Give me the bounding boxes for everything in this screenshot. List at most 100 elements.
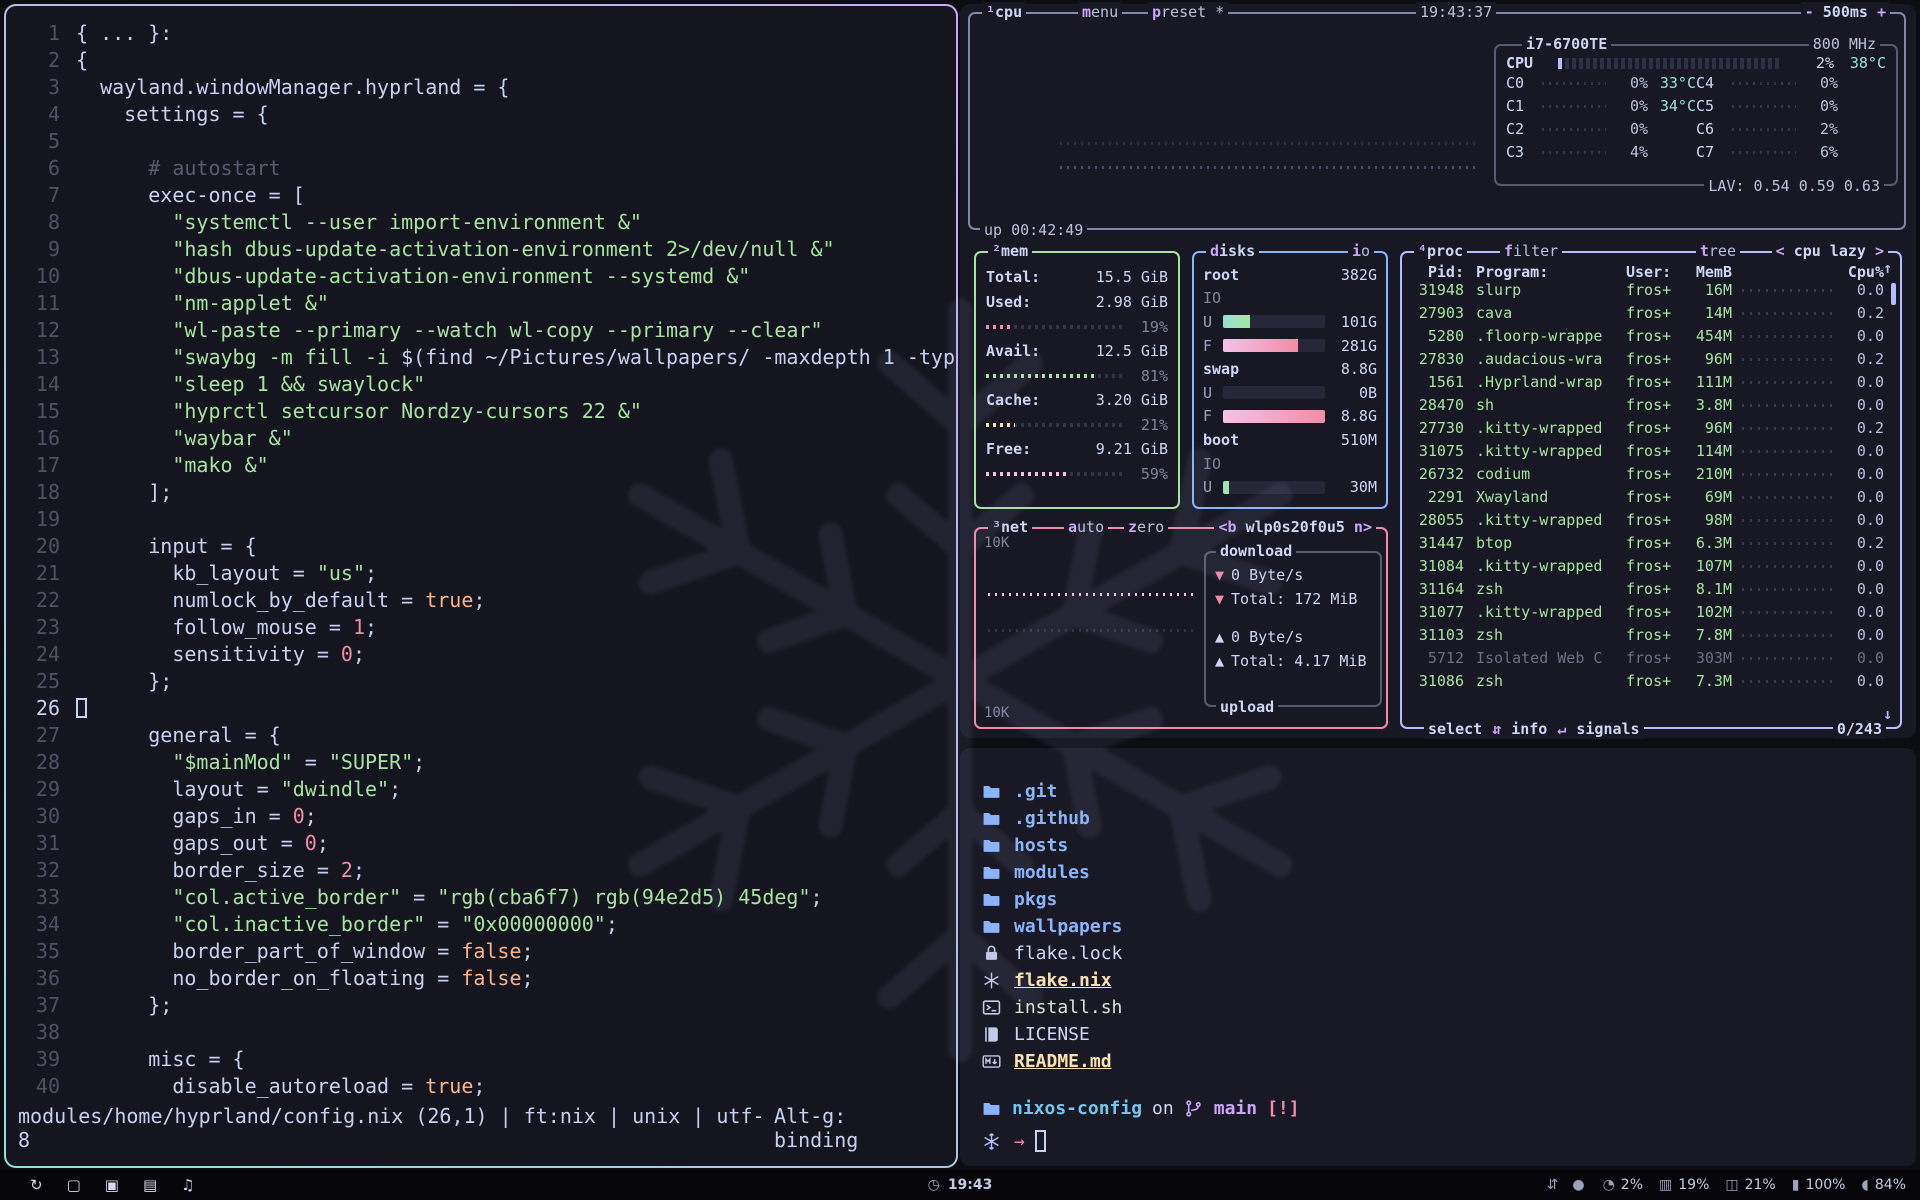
lock-icon <box>982 944 1014 963</box>
disks-io-toggle[interactable]: io <box>1348 241 1374 261</box>
process-row[interactable]: 31075.kitty-wrappedfros+114M0.0 <box>1402 440 1900 463</box>
code-token: sensitivity = <box>76 641 341 668</box>
process-row[interactable]: 28055.kitty-wrappedfros+98M0.0 <box>1402 509 1900 532</box>
code-token: ; <box>389 776 401 803</box>
process-mem: 14M <box>1684 302 1732 325</box>
scroll-up-icon[interactable]: ↑ <box>1883 259 1892 277</box>
terminal-window[interactable]: .git.githubhostsmodulespkgswallpapersfla… <box>960 748 1916 1166</box>
cpu-total-meter <box>1558 58 1782 69</box>
editor-line: 25 }; <box>14 668 956 695</box>
editor-line: 37 }; <box>14 992 956 1019</box>
process-row[interactable]: 31077.kitty-wrappedfros+102M0.0 <box>1402 601 1900 624</box>
code-token: "us" <box>317 560 365 587</box>
text-editor-pane[interactable]: 1{ ... }:2{3 wayland.windowManager.hyprl… <box>6 6 956 1166</box>
core-meter <box>1732 82 1796 85</box>
process-row[interactable]: 27903cavafros+14M0.2 <box>1402 302 1900 325</box>
process-row[interactable]: 5280.floorp-wrappefros+454M0.0 <box>1402 325 1900 348</box>
line-number: 26 <box>14 695 60 722</box>
process-scrollbar[interactable] <box>1891 283 1896 305</box>
updown-tray-icon[interactable]: ⇵ <box>1547 1177 1559 1193</box>
cpu-total-temp: 38°C <box>1834 54 1886 72</box>
process-pid: 28470 <box>1412 394 1464 417</box>
filter-button[interactable]: filter <box>1500 241 1562 261</box>
process-pid: 5712 <box>1412 647 1464 670</box>
preset-button[interactable]: preset * <box>1148 2 1228 22</box>
disk-bar-value: 30M <box>1333 478 1377 496</box>
music-icon[interactable]: ♫ <box>181 1176 194 1194</box>
header-cpu[interactable]: Cpu% <box>1844 259 1884 279</box>
menu-button[interactable]: menu <box>1078 2 1122 22</box>
header-pid[interactable]: Pid: <box>1412 259 1464 279</box>
code-token <box>76 749 172 776</box>
clock-icon: ◷ <box>928 1177 940 1193</box>
up-arrow-icon: ▲ <box>1215 628 1224 646</box>
disk-name: root <box>1203 266 1341 284</box>
disk-row: F8.8G <box>1194 405 1386 429</box>
dot-tray-icon[interactable]: ● <box>1572 1177 1584 1193</box>
line-number: 39 <box>14 1046 60 1073</box>
update-interval-control[interactable]: - 500ms + <box>1801 2 1890 22</box>
battery-module[interactable]: ▮100% <box>1792 1177 1846 1193</box>
mem-meter <box>986 423 1122 427</box>
header-program[interactable]: Program: <box>1476 259 1626 279</box>
process-row[interactable]: 31084.kitty-wrappedfros+107M0.0 <box>1402 555 1900 578</box>
process-cpu: 0.2 <box>1844 532 1884 555</box>
select-button[interactable]: select <box>1428 719 1482 739</box>
process-row[interactable]: 28470shfros+3.8M0.0 <box>1402 394 1900 417</box>
stat-value: 2% <box>1621 1177 1643 1193</box>
upload-speed: ▲0 Byte/s <box>1206 625 1380 649</box>
refresh-icon[interactable]: ↻ <box>30 1176 43 1194</box>
core-cell: C10%34°C <box>1506 95 1696 118</box>
line-number: 38 <box>14 1019 60 1046</box>
grid-icon[interactable]: ▣ <box>105 1176 119 1194</box>
process-row[interactable]: 1561.Hyprland-wrapfros+111M0.0 <box>1402 371 1900 394</box>
process-row[interactable]: 31103zshfros+7.8M0.0 <box>1402 624 1900 647</box>
mem-percent: 59% <box>1132 465 1168 483</box>
mem-meter <box>986 472 1122 476</box>
gauge-module[interactable]: ◔2% <box>1603 1177 1643 1193</box>
process-row[interactable]: 27730.kitty-wrappedfros+96M0.2 <box>1402 417 1900 440</box>
tree-toggle[interactable]: tree <box>1696 241 1740 261</box>
core-percent: 2% <box>1802 118 1838 141</box>
process-row[interactable]: 26732codiumfros+210M0.0 <box>1402 463 1900 486</box>
process-row[interactable]: 2291Xwaylandfros+69M0.0 <box>1402 486 1900 509</box>
editor-line: 22 numlock_by_default = true; <box>14 587 956 614</box>
process-row[interactable]: 31948slurpfros+16M0.0 <box>1402 279 1900 302</box>
process-cpu: 0.2 <box>1844 348 1884 371</box>
process-cpu: 0.0 <box>1844 440 1884 463</box>
process-row[interactable]: 31164zshfros+8.1M0.0 <box>1402 578 1900 601</box>
disk-row: boot510M <box>1194 428 1386 452</box>
net-device-selector[interactable]: <b wlp0s20f0u5 n> <box>1214 517 1376 537</box>
volume-module[interactable]: ◖84% <box>1861 1177 1906 1193</box>
signals-button[interactable]: signals <box>1576 719 1639 739</box>
line-number: 29 <box>14 776 60 803</box>
info-button[interactable]: info <box>1511 719 1547 739</box>
process-row[interactable]: 27830.audacious-wrafros+96M0.2 <box>1402 348 1900 371</box>
mem-percent: 19% <box>1132 318 1168 336</box>
memory-module[interactable]: ▥19% <box>1659 1177 1709 1193</box>
disk-module[interactable]: ◫21% <box>1725 1177 1775 1193</box>
net-zero-toggle[interactable]: zero <box>1124 517 1168 537</box>
disk-io-label: IO <box>1203 455 1221 473</box>
disk-io-label: IO <box>1203 289 1221 307</box>
memory-box: ²mem Total:15.5 GiBUsed:2.98 GiB19%Avail… <box>974 251 1180 509</box>
window-icon[interactable]: ▢ <box>67 1176 81 1194</box>
process-row[interactable]: 31447btopfros+6.3M0.2 <box>1402 532 1900 555</box>
enter-icon: ↵ <box>1557 719 1566 739</box>
process-mem: 303M <box>1684 647 1732 670</box>
editor-line: 30 gaps_in = 0; <box>14 803 956 830</box>
shell-input-line[interactable]: → <box>982 1126 1916 1156</box>
rows-icon[interactable]: ▤ <box>143 1176 157 1194</box>
net-auto-toggle[interactable]: auto <box>1064 517 1108 537</box>
core-meter <box>1732 151 1796 154</box>
process-row[interactable]: 5712Isolated Web Cfros+303M0.0 <box>1402 647 1900 670</box>
process-row[interactable]: 31086zshfros+7.3M0.0 <box>1402 670 1900 693</box>
mem-row: Used:2.98 GiB <box>976 290 1178 315</box>
mem-rows: Total:15.5 GiBUsed:2.98 GiB19%Avail:12.5… <box>976 253 1178 486</box>
mem-value: 9.21 GiB <box>1096 437 1168 462</box>
sort-selector[interactable]: < cpu lazy > <box>1772 241 1888 261</box>
header-memb[interactable]: MemB <box>1684 259 1732 279</box>
process-name: .Hyprland-wrap <box>1476 371 1626 394</box>
header-user[interactable]: User: <box>1626 259 1684 279</box>
cpu-info-panel: i7-6700TE 800 MHz CPU 2% 38°C C00%33°CC4… <box>1494 44 1898 186</box>
